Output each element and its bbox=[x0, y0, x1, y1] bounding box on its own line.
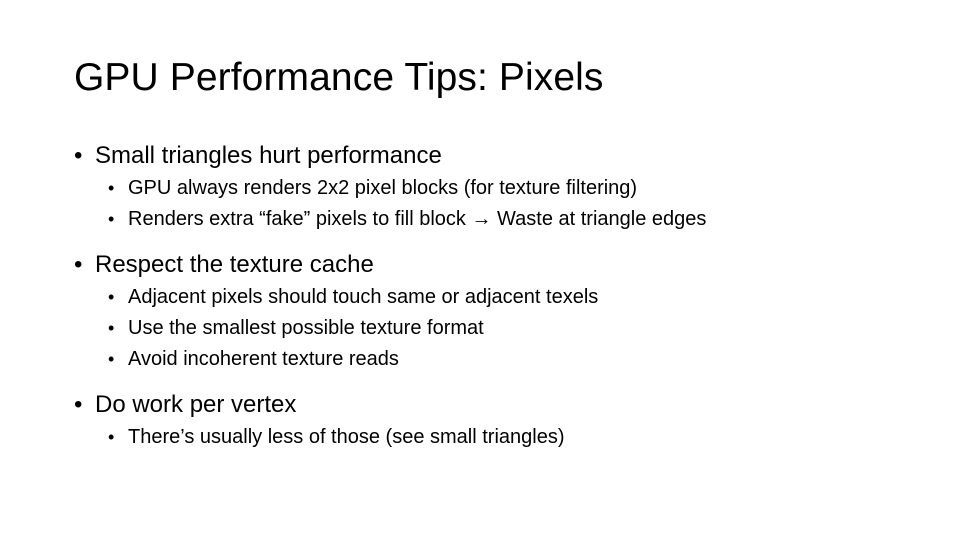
bullet-level1-label: Respect the texture cache bbox=[95, 251, 374, 278]
bullet-marker-icon: • bbox=[108, 209, 115, 229]
bullet-group: • Respect the texture cache • Adjacent p… bbox=[74, 249, 904, 375]
bullet-group: • Do work per vertex • There’s usually l… bbox=[74, 389, 904, 453]
bullet-level2-label: There’s usually less of those (see small… bbox=[128, 426, 565, 448]
bullet-level2-label: GPU always renders 2x2 pixel blocks (for… bbox=[128, 177, 638, 199]
bullet-level2-label: Use the smallest possible texture format bbox=[128, 317, 484, 339]
bullet-level2: • Adjacent pixels should touch same or a… bbox=[74, 282, 904, 313]
bullet-level1: • Small triangles hurt performance bbox=[74, 140, 904, 172]
bullet-level2: • Renders extra “fake” pixels to fill bl… bbox=[74, 204, 904, 235]
bullet-level2: • There’s usually less of those (see sma… bbox=[74, 422, 904, 453]
bullet-marker-icon: • bbox=[74, 391, 83, 418]
bullet-group: • Small triangles hurt performance • GPU… bbox=[74, 140, 904, 235]
bullet-sublist: • GPU always renders 2x2 pixel blocks (f… bbox=[74, 173, 904, 235]
bullet-marker-icon: • bbox=[108, 287, 115, 307]
bullet-level2: • Avoid incoherent texture reads bbox=[74, 344, 904, 375]
slide-title: GPU Performance Tips: Pixels bbox=[74, 56, 604, 99]
bullet-level1-label: Do work per vertex bbox=[95, 391, 297, 418]
bullet-level2: • Use the smallest possible texture form… bbox=[74, 313, 904, 344]
bullet-marker-icon: • bbox=[108, 318, 115, 338]
bullet-marker-icon: • bbox=[108, 349, 115, 369]
bullet-marker-icon: • bbox=[108, 427, 115, 447]
bullet-level2-label: Renders extra “fake” pixels to fill bloc… bbox=[128, 208, 707, 230]
bullet-marker-icon: • bbox=[108, 178, 115, 198]
bullet-level2: • GPU always renders 2x2 pixel blocks (f… bbox=[74, 173, 904, 204]
slide-body: • Small triangles hurt performance • GPU… bbox=[74, 140, 904, 453]
bullet-sublist: • There’s usually less of those (see sma… bbox=[74, 422, 904, 453]
bullet-marker-icon: • bbox=[74, 142, 83, 169]
bullet-level2-label: Adjacent pixels should touch same or adj… bbox=[128, 286, 599, 308]
bullet-marker-icon: • bbox=[74, 251, 83, 278]
bullet-level1: • Respect the texture cache bbox=[74, 249, 904, 281]
bullet-level2-label: Avoid incoherent texture reads bbox=[128, 348, 399, 370]
bullet-level1-label: Small triangles hurt performance bbox=[95, 142, 442, 169]
bullet-sublist: • Adjacent pixels should touch same or a… bbox=[74, 282, 904, 375]
presentation-slide: GPU Performance Tips: Pixels • Small tri… bbox=[0, 0, 960, 540]
bullet-level1: • Do work per vertex bbox=[74, 389, 904, 421]
